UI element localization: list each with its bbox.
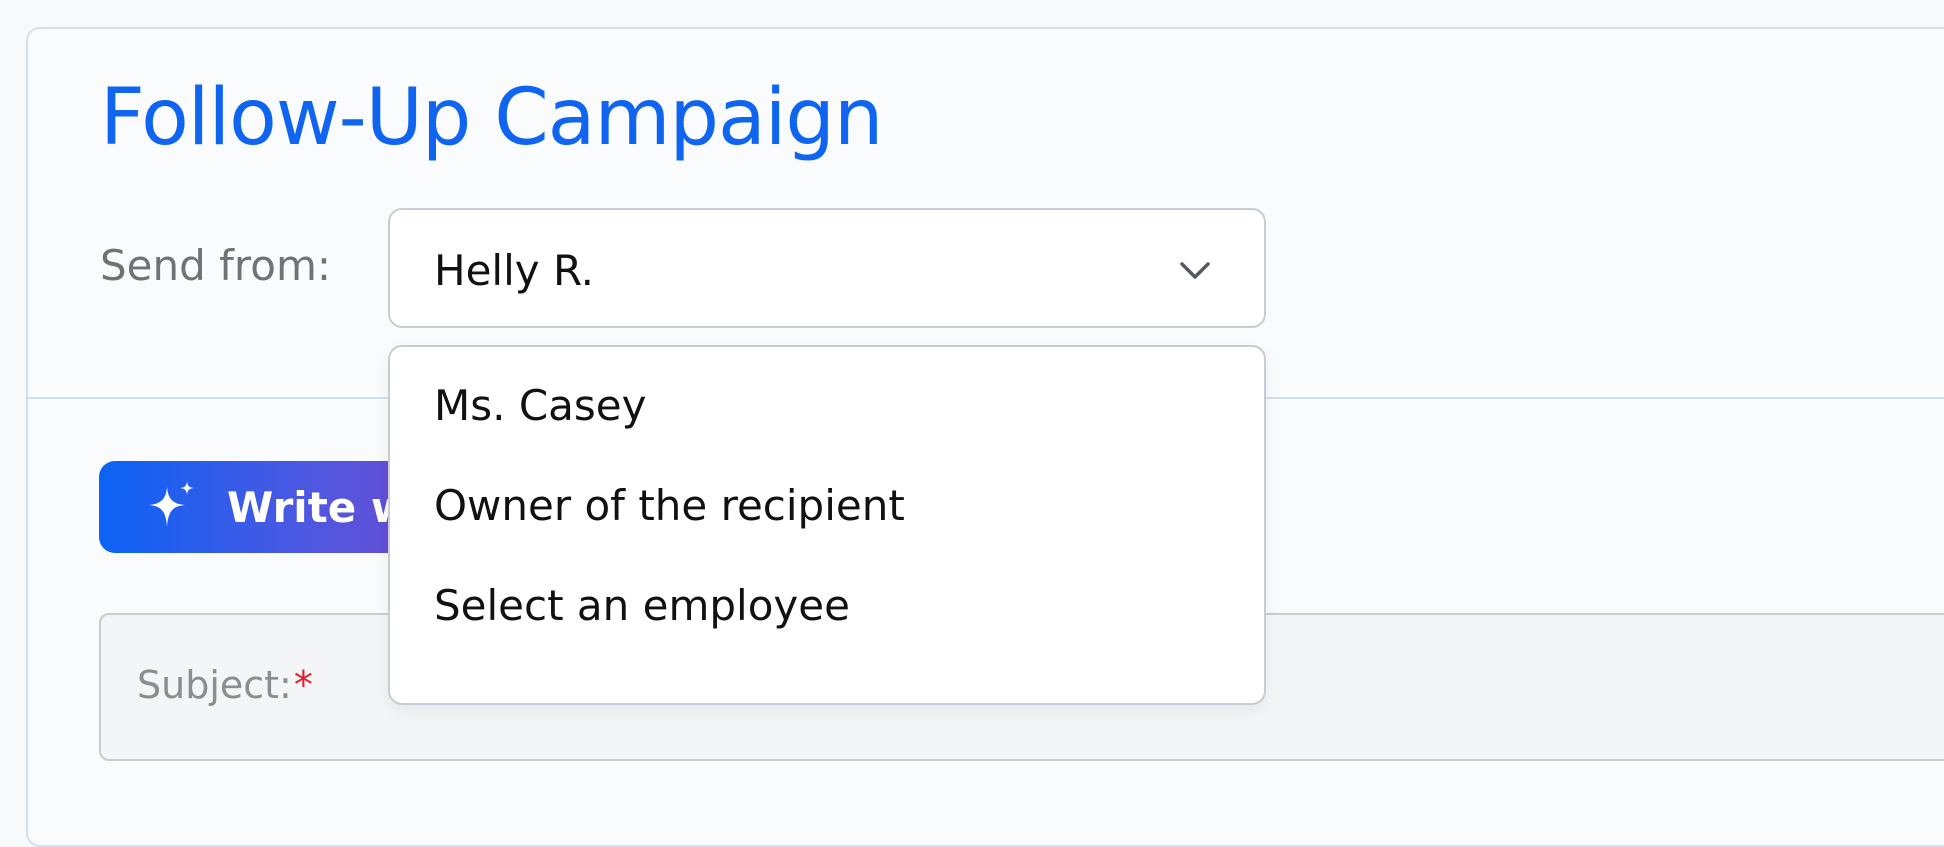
subject-label-text: Subject: — [137, 663, 292, 707]
dropdown-option-ms-casey[interactable]: Ms. Casey — [434, 381, 646, 430]
subject-label: Subject:* — [137, 663, 313, 707]
page-title: Follow-Up Campaign — [100, 73, 883, 163]
send-from-selected-value: Helly R. — [434, 246, 595, 295]
send-from-select[interactable]: Helly R. — [388, 208, 1266, 328]
write-with-ai-label: Write w — [227, 483, 410, 532]
dropdown-option-owner-of-recipient[interactable]: Owner of the recipient — [434, 481, 905, 530]
required-marker: * — [293, 663, 313, 707]
send-from-label: Send from: — [100, 241, 332, 290]
chevron-down-icon — [1180, 262, 1210, 279]
campaign-panel: Follow-Up Campaign Send from: Helly R. W… — [26, 27, 1944, 847]
dropdown-option-select-employee[interactable]: Select an employee — [434, 581, 850, 630]
send-from-dropdown-menu: Ms. Casey Owner of the recipient Select … — [388, 345, 1266, 705]
sparkle-icon — [149, 481, 194, 527]
